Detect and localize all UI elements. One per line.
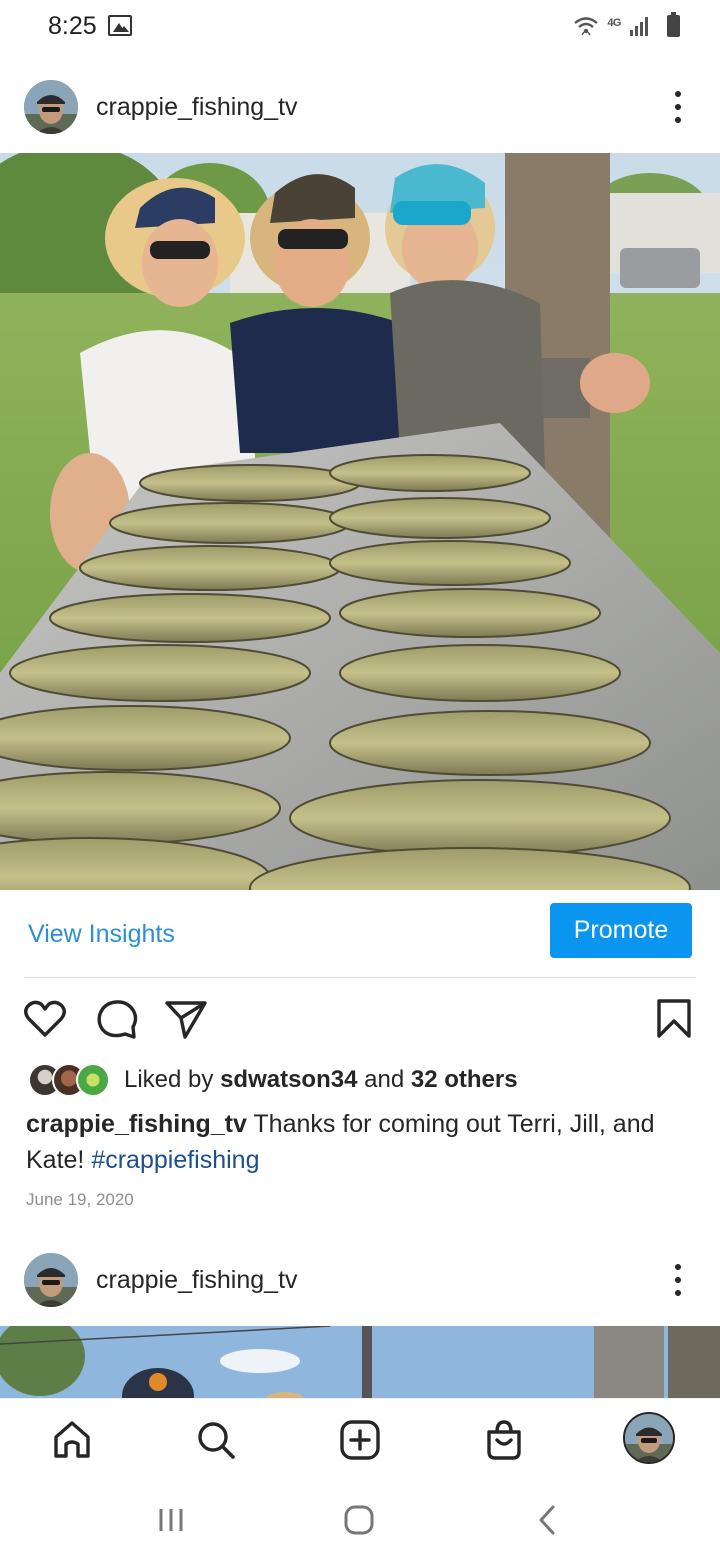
battery-icon — [667, 12, 680, 37]
post-photo-image — [0, 153, 720, 890]
caption-username[interactable]: crappie_fishing_tv — [26, 1110, 247, 1138]
post-header-2: crappie_fishing_tv — [0, 1244, 720, 1316]
back-button[interactable] — [532, 1500, 562, 1540]
post-photo[interactable] — [0, 153, 720, 890]
avatar-image — [24, 80, 78, 134]
save-bookmark-icon[interactable] — [651, 996, 697, 1042]
likes-text[interactable]: Liked by sdwatson34 and 32 others — [124, 1066, 518, 1094]
back-icon — [539, 1505, 555, 1535]
instagram-feed-screen: 8:25 4G crappie_fishing_tv View Insights… — [0, 0, 720, 1560]
profile-avatar[interactable] — [24, 80, 78, 134]
likes-others-count[interactable]: 32 others — [411, 1066, 518, 1093]
liker-avatar — [76, 1063, 110, 1097]
liker-avatars — [28, 1062, 114, 1098]
add-post-icon — [340, 1420, 380, 1460]
post-username[interactable]: crappie_fishing_tv — [96, 93, 298, 122]
likes-connector: and — [357, 1066, 411, 1093]
post-username-2[interactable]: crappie_fishing_tv — [96, 1266, 298, 1295]
like-heart-icon[interactable] — [22, 996, 68, 1042]
share-icon[interactable] — [163, 996, 209, 1042]
nav-shop[interactable] — [480, 1416, 528, 1464]
liker-username[interactable]: sdwatson34 — [220, 1066, 357, 1093]
post-caption: crappie_fishing_tv Thanks for coming out… — [26, 1106, 686, 1178]
network-type-label: 4G — [607, 17, 621, 29]
wifi-icon — [574, 17, 599, 36]
gallery-icon — [108, 15, 132, 36]
system-nav-bar — [0, 1480, 720, 1560]
divider — [24, 977, 696, 978]
view-insights-link[interactable]: View Insights — [28, 920, 175, 949]
comment-icon[interactable] — [94, 996, 140, 1042]
promote-button[interactable]: Promote — [550, 903, 692, 958]
post-date: June 19, 2020 — [26, 1190, 134, 1209]
shop-icon — [487, 1420, 521, 1460]
recent-apps-icon — [159, 1509, 183, 1531]
status-time: 8:25 — [48, 12, 97, 40]
nav-search[interactable] — [192, 1416, 240, 1464]
signal-icon — [630, 17, 648, 36]
home-system-icon — [344, 1505, 374, 1535]
post-action-bar — [0, 996, 720, 1044]
home-system-button[interactable] — [341, 1500, 377, 1540]
bottom-nav — [0, 1398, 720, 1480]
insights-row: View Insights Promote — [0, 890, 720, 978]
more-options-icon[interactable] — [674, 91, 682, 123]
avatar-image — [625, 1414, 673, 1462]
nav-home[interactable] — [48, 1416, 96, 1464]
profile-avatar-2[interactable] — [24, 1253, 78, 1307]
nav-profile-avatar[interactable] — [623, 1412, 675, 1464]
post-photo-2-image — [0, 1326, 720, 1398]
caption-hashtag[interactable]: #crappiefishing — [91, 1146, 259, 1174]
more-options-icon-2[interactable] — [674, 1264, 682, 1296]
likes-prefix: Liked by — [124, 1066, 221, 1093]
search-icon — [198, 1422, 235, 1459]
post-header: crappie_fishing_tv — [0, 71, 720, 143]
status-bar: 8:25 4G — [0, 0, 720, 56]
likes-row[interactable]: Liked by sdwatson34 and 32 others — [28, 1062, 518, 1098]
status-indicators: 4G — [573, 12, 680, 40]
recent-apps-button[interactable] — [156, 1500, 186, 1540]
avatar-image — [24, 1253, 78, 1307]
home-icon — [54, 1421, 90, 1458]
nav-add-post[interactable] — [336, 1416, 384, 1464]
post-photo-2[interactable] — [0, 1326, 720, 1398]
